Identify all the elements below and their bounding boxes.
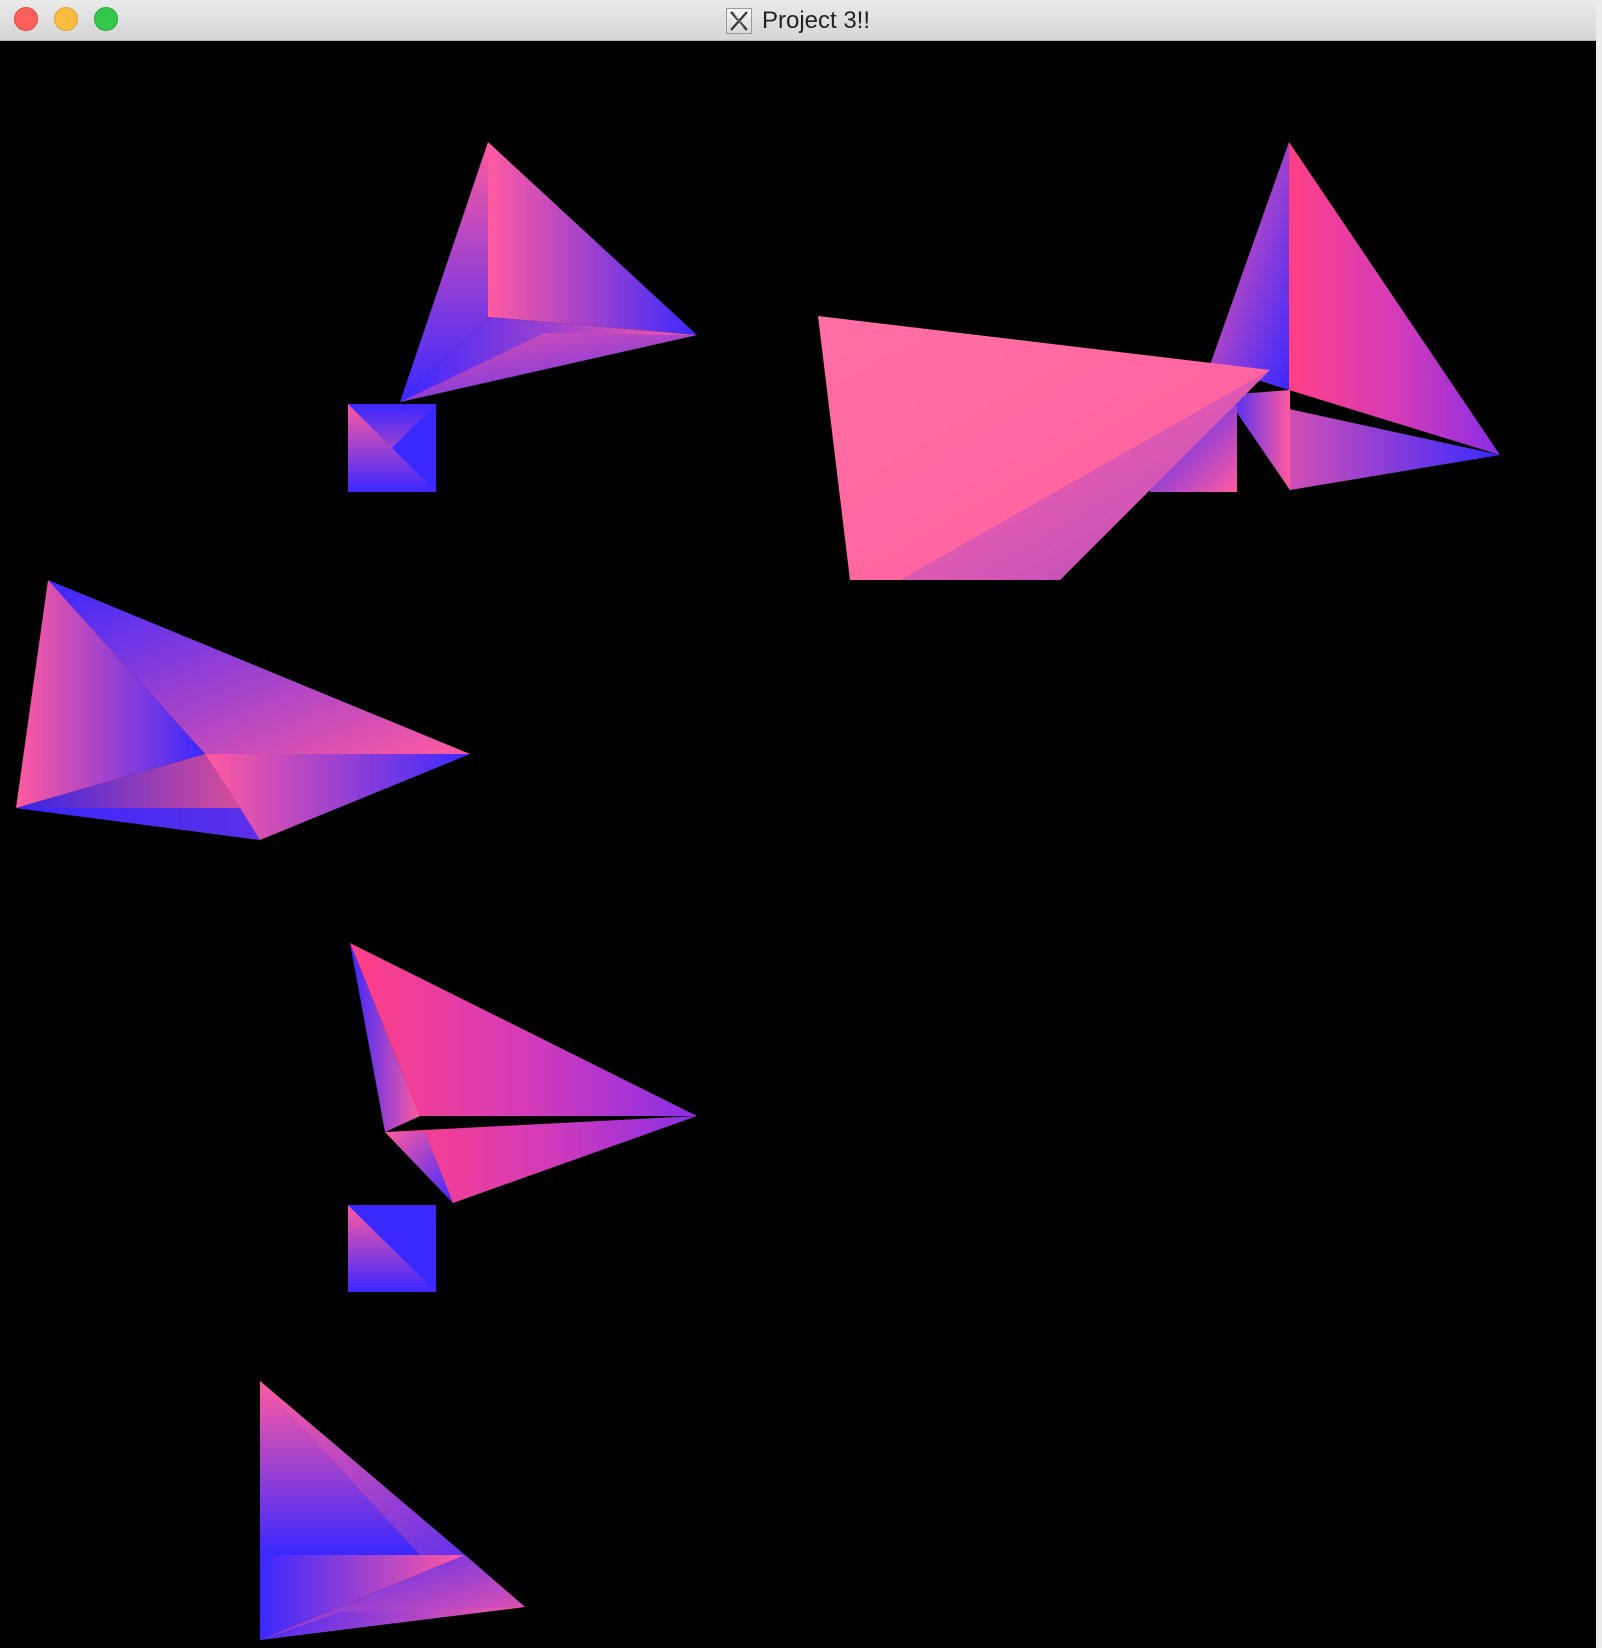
background-strip [1596,0,1602,1648]
title-bar[interactable]: Project 3!! [0,0,1596,41]
title-group: Project 3!! [0,0,1596,41]
x11-icon [725,7,752,34]
pyramid-shape [260,1381,525,1640]
pyramid-shape [818,142,1500,580]
window-title: Project 3!! [761,6,871,34]
opengl-canvas[interactable] [0,41,1596,1648]
pyramid-shape [348,142,697,492]
app-window: Project 3!! [0,0,1596,1648]
pyramid-shape [348,943,697,1292]
pyramid-shape [16,580,470,840]
